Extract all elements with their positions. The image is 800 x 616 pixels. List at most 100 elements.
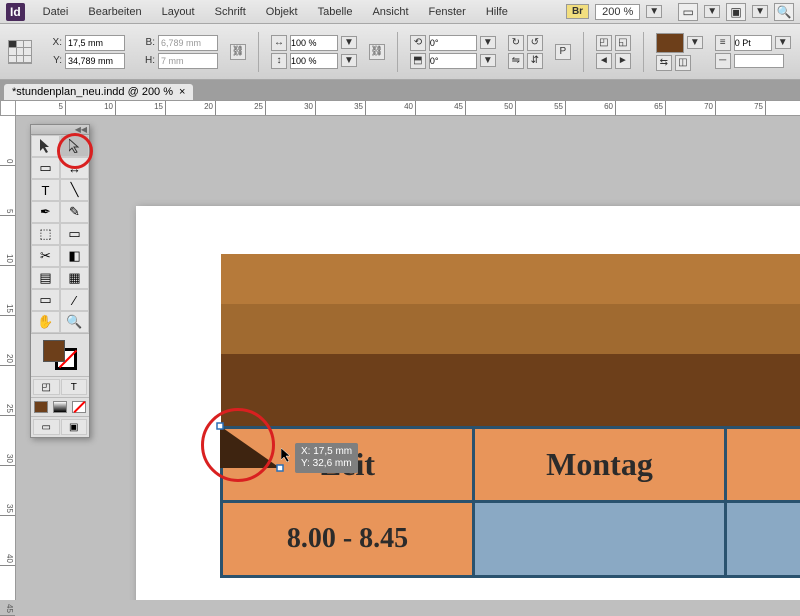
hand-tool[interactable]: ✋ xyxy=(31,311,60,333)
ruler-v-tick: 20 xyxy=(0,316,15,366)
constrain-scale-icon[interactable]: ⛓ xyxy=(369,44,385,60)
stroke-style-display[interactable] xyxy=(734,54,784,68)
table-header-next[interactable] xyxy=(724,426,800,503)
zoom-dropdown-icon[interactable]: ▼ xyxy=(646,5,662,18)
select-content-icon[interactable]: ◱ xyxy=(615,35,631,51)
constrain-proportions-icon[interactable]: ⛓ xyxy=(230,44,246,60)
vertical-ruler[interactable]: 0 5 10 15 20 25 30 35 40 45 xyxy=(0,116,16,600)
tools-panel[interactable]: ◀◀ ▭ ↔ T ╲ ✒ ✎ ⬚ ▭ ✂ ◧ ▤ ▦ ▭ ⁄ ✋ 🔍 ◰ T ▭… xyxy=(30,124,90,438)
p-paragraph-icon[interactable]: P xyxy=(555,44,571,60)
horizontal-ruler[interactable]: 5 10 15 20 25 30 35 40 45 50 55 60 65 70… xyxy=(16,100,800,116)
table-cell-day-next[interactable] xyxy=(724,500,800,578)
free-transform-tool[interactable]: ◧ xyxy=(60,245,89,267)
gradient-swatch-tool[interactable]: ▤ xyxy=(31,267,60,289)
select-container-icon[interactable]: ◰ xyxy=(596,35,612,51)
screen-mode-icon[interactable]: ▣ xyxy=(726,3,746,21)
apply-none-icon[interactable]: ◫ xyxy=(675,55,691,71)
close-tab-icon[interactable]: × xyxy=(179,86,185,98)
selection-tool[interactable] xyxy=(31,135,60,157)
cursor-icon xyxy=(281,448,293,460)
line-tool[interactable]: ╲ xyxy=(60,179,89,201)
scale-x-input[interactable] xyxy=(290,35,338,51)
ruler-h-tick: 70 xyxy=(704,102,713,111)
select-next-icon[interactable]: ► xyxy=(615,53,631,69)
search-icon[interactable]: 🔍 xyxy=(774,3,794,21)
menu-fenster[interactable]: Fenster xyxy=(419,6,476,18)
screen-mode-dropdown-icon[interactable]: ▼ xyxy=(752,5,768,18)
fill-color-swatch[interactable] xyxy=(656,33,684,53)
menu-datei[interactable]: Datei xyxy=(33,6,79,18)
note-tool[interactable]: ▭ xyxy=(31,289,60,311)
zoom-tool[interactable]: 🔍 xyxy=(60,311,89,333)
menu-bearbeiten[interactable]: Bearbeiten xyxy=(78,6,151,18)
flip-h-icon[interactable]: ⇋ xyxy=(508,53,524,69)
width-input[interactable] xyxy=(158,35,218,51)
ruler-h-tick: 45 xyxy=(454,102,463,111)
header-band-1[interactable] xyxy=(221,254,800,304)
ruler-h-tick: 30 xyxy=(304,102,313,111)
rectangle-frame-tool[interactable]: ⬚ xyxy=(31,223,60,245)
menu-ansicht[interactable]: Ansicht xyxy=(362,6,418,18)
document-tabs: *stundenplan_neu.indd @ 200 % × xyxy=(0,80,800,100)
bridge-button[interactable]: Br xyxy=(566,4,589,19)
scale-y-dropdown-icon[interactable]: ▼ xyxy=(341,54,357,67)
stroke-style-icon[interactable]: ─ xyxy=(715,53,731,69)
type-tool[interactable]: T xyxy=(31,179,60,201)
rotate-ccw-icon[interactable]: ↺ xyxy=(527,35,543,51)
page-tool[interactable]: ▭ xyxy=(31,157,60,179)
flip-v-icon[interactable]: ⇵ xyxy=(527,53,543,69)
gradient-feather-tool[interactable]: ▦ xyxy=(60,267,89,289)
ruler-v-tick: 30 xyxy=(0,416,15,466)
scale-y-input[interactable] xyxy=(290,53,338,69)
scissors-tool[interactable]: ✂ xyxy=(31,245,60,267)
menu-layout[interactable]: Layout xyxy=(152,6,205,18)
select-prev-icon[interactable]: ◄ xyxy=(596,53,612,69)
document-tab[interactable]: *stundenplan_neu.indd @ 200 % × xyxy=(4,84,193,100)
x-label: X: xyxy=(44,37,62,48)
height-input[interactable] xyxy=(158,53,218,69)
apply-gradient-icon[interactable] xyxy=(53,401,67,413)
shear-input[interactable] xyxy=(429,53,477,69)
table-cell-time[interactable]: 8.00 - 8.45 xyxy=(220,500,475,578)
stroke-weight-input[interactable] xyxy=(734,35,772,51)
reference-point-selector[interactable] xyxy=(8,40,32,64)
ruler-h-tick: 35 xyxy=(354,102,363,111)
formatting-container-icon[interactable]: ◰ xyxy=(33,379,60,395)
pencil-tool[interactable]: ✎ xyxy=(60,201,89,223)
stroke-dd[interactable]: ▼ xyxy=(775,36,791,49)
menu-objekt[interactable]: Objekt xyxy=(256,6,308,18)
menu-schrift[interactable]: Schrift xyxy=(205,6,256,18)
shear-dd[interactable]: ▼ xyxy=(480,54,496,67)
menu-tabelle[interactable]: Tabelle xyxy=(308,6,363,18)
table-cell-day[interactable] xyxy=(472,500,727,578)
header-band-2[interactable] xyxy=(221,304,800,354)
zoom-level-display[interactable]: 200 % xyxy=(595,4,640,20)
rotate-dd[interactable]: ▼ xyxy=(480,36,496,49)
preview-view-icon[interactable]: ▣ xyxy=(61,419,88,435)
normal-view-icon[interactable]: ▭ xyxy=(33,419,60,435)
y-position-input[interactable] xyxy=(65,53,125,69)
x-position-input[interactable] xyxy=(65,35,125,51)
table-header-montag[interactable]: Montag xyxy=(472,426,727,503)
fill-dd[interactable]: ▼ xyxy=(687,36,703,49)
arrange-icon[interactable]: ▭ xyxy=(678,3,698,21)
apply-none-icon[interactable] xyxy=(72,401,86,413)
rectangle-tool[interactable]: ▭ xyxy=(60,223,89,245)
eyedropper-tool[interactable]: ⁄ xyxy=(60,289,89,311)
header-band-3[interactable] xyxy=(221,354,800,426)
arrange-dropdown-icon[interactable]: ▼ xyxy=(704,5,720,18)
apply-color-icon[interactable] xyxy=(34,401,48,413)
rotate-input[interactable] xyxy=(429,35,477,51)
fill-stroke-indicator[interactable] xyxy=(41,338,79,372)
fill-swatch[interactable] xyxy=(43,340,65,362)
menu-hilfe[interactable]: Hilfe xyxy=(476,6,518,18)
document-canvas[interactable]: Zeit Montag 8.00 - 8.45 X: 17,5 mm Y: 32… xyxy=(16,116,800,600)
swap-fill-stroke-icon[interactable]: ⇆ xyxy=(656,55,672,71)
formatting-text-icon[interactable]: T xyxy=(61,379,88,395)
rotate-cw-icon[interactable]: ↻ xyxy=(508,35,524,51)
pen-tool[interactable]: ✒ xyxy=(31,201,60,223)
cursor-coordinates-tooltip: X: 17,5 mm Y: 32,6 mm xyxy=(295,443,358,473)
scale-x-dropdown-icon[interactable]: ▼ xyxy=(341,36,357,49)
ruler-v-tick: 5 xyxy=(0,166,15,216)
ruler-origin[interactable] xyxy=(0,100,16,116)
